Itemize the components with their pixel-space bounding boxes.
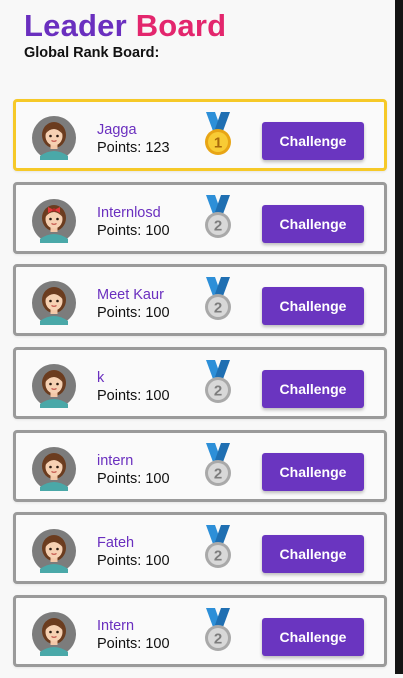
player-points: Points: 100: [97, 222, 170, 239]
window-frame-edge: [395, 0, 403, 674]
leaderboard-card: Jagga Points: 123 1 Challenge: [13, 99, 387, 171]
player-name: Fateh: [97, 535, 135, 552]
player-name: Meet Kaur: [97, 287, 164, 304]
female-avatar-icon: [32, 529, 76, 574]
challenge-button[interactable]: Challenge: [262, 287, 364, 326]
female-avatar-icon: [32, 364, 76, 409]
player-name: k: [97, 370, 105, 387]
leaderboard-card: Intern Points: 100 2 Challenge: [13, 595, 387, 668]
leaderboard-card: Fateh Points: 100 2 Challenge: [13, 512, 387, 585]
silver-medal-icon: 2: [202, 442, 234, 489]
silver-medal-icon: 2: [202, 277, 234, 323]
player-name: Internlosd: [97, 204, 161, 221]
leaderboard-card: Meet Kaur Points: 100 2 Challenge: [13, 264, 387, 337]
svg-text:2: 2: [214, 300, 222, 317]
challenge-button[interactable]: Challenge: [262, 122, 364, 160]
svg-text:1: 1: [214, 135, 222, 152]
page-subtitle: Global Rank Board:: [24, 45, 160, 61]
gold-medal-icon: 1: [202, 112, 234, 158]
silver-medal-icon: 2: [202, 194, 234, 241]
leaderboard-list: Jagga Points: 123 1 Challenge Internlosd…: [13, 99, 387, 678]
player-points: Points: 123: [97, 140, 170, 156]
silver-medal-icon: 2: [202, 360, 234, 406]
svg-text:2: 2: [214, 383, 222, 400]
title-word-leader: Leader: [24, 8, 127, 43]
player-name: intern: [97, 452, 134, 469]
silver-medal-icon: 2: [202, 608, 234, 654]
female-avatar-icon: [32, 612, 76, 657]
female-avatar-icon: [32, 446, 76, 491]
svg-text:2: 2: [214, 217, 222, 234]
player-name: Jagga: [97, 122, 137, 138]
challenge-button[interactable]: Challenge: [262, 370, 364, 409]
challenge-button[interactable]: Challenge: [262, 204, 364, 243]
player-points: Points: 100: [97, 388, 170, 405]
silver-medal-icon: 2: [202, 525, 234, 571]
svg-text:2: 2: [214, 548, 222, 565]
title-word-board: Board: [135, 8, 227, 43]
female-avatar-icon: [32, 116, 76, 160]
player-name: Intern: [97, 618, 135, 635]
challenge-button[interactable]: Challenge: [262, 452, 364, 491]
challenge-button[interactable]: Challenge: [262, 535, 364, 574]
leaderboard-card: intern Points: 100 2 Challenge: [13, 429, 387, 502]
player-points: Points: 100: [97, 553, 170, 570]
svg-text:2: 2: [214, 631, 222, 648]
svg-text:2: 2: [214, 465, 222, 482]
female-avatar-red-bow-icon: [32, 198, 76, 243]
player-points: Points: 100: [97, 636, 170, 653]
leaderboard-card: k Points: 100 2 Challenge: [13, 347, 387, 420]
challenge-button[interactable]: Challenge: [262, 618, 364, 657]
leaderboard-card: Internlosd Points: 100 2 Challenge: [13, 181, 387, 254]
page-title: Leader Board: [24, 8, 226, 44]
female-avatar-icon: [32, 281, 76, 326]
player-points: Points: 100: [97, 470, 170, 487]
player-points: Points: 100: [97, 305, 170, 322]
